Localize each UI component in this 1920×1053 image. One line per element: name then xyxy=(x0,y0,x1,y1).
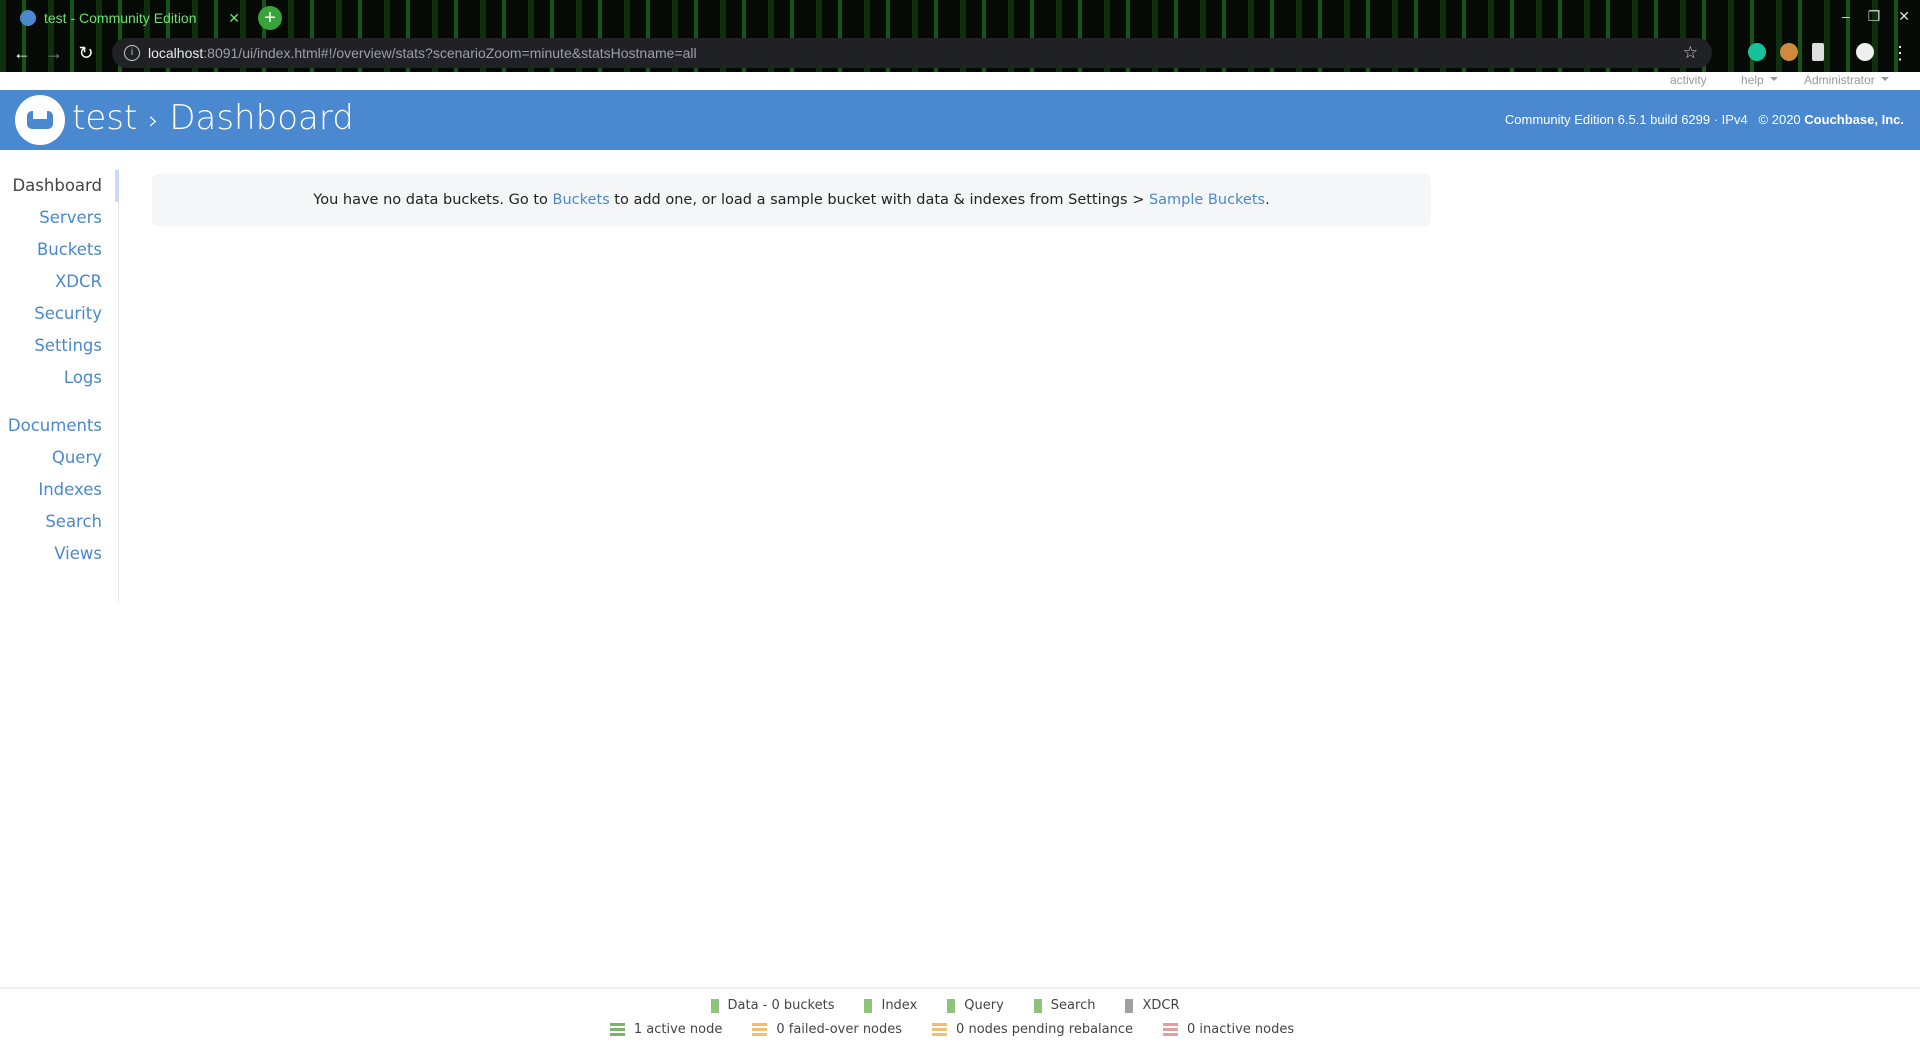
sidebar-item-documents[interactable]: Documents xyxy=(8,416,102,435)
top-utility-bar: activity help Administrator xyxy=(0,72,1920,90)
services-status-item: Query xyxy=(947,998,1004,1013)
address-bar[interactable]: i localhost :8091/ui/index.html#!/overvi… xyxy=(112,38,1712,68)
services-status-item: Index xyxy=(864,998,917,1013)
service-indicator-icon xyxy=(1125,998,1134,1013)
new-tab-button[interactable]: + xyxy=(258,6,282,30)
page-name: Dashboard xyxy=(169,98,354,138)
extension-icon[interactable] xyxy=(1780,43,1798,61)
nodes-status-item: 0 failed-over nodes xyxy=(752,1022,902,1037)
services-label: Data - 0 buckets xyxy=(727,998,835,1013)
sidebar-item-logs[interactable]: Logs xyxy=(64,368,102,387)
user-label: Administrator xyxy=(1804,73,1875,87)
couchbase-logo xyxy=(15,95,65,145)
profile-avatar-icon[interactable] xyxy=(1856,43,1874,61)
grammarly-extension-icon[interactable] xyxy=(1748,43,1766,61)
service-indicator-icon xyxy=(710,998,719,1013)
server-node-icon xyxy=(752,1023,768,1036)
server-node-icon xyxy=(932,1023,948,1036)
active-indicator xyxy=(115,170,119,202)
chevron-down-icon xyxy=(1769,77,1778,85)
url-host: localhost xyxy=(148,45,204,61)
browser-tab[interactable]: test - Community Edition ✕ xyxy=(8,4,248,32)
url-path: :8091/ui/index.html#!/overview/stats?sce… xyxy=(203,45,697,61)
tab-close-icon[interactable]: ✕ xyxy=(228,10,240,27)
service-indicator-icon xyxy=(947,998,956,1013)
server-node-icon xyxy=(609,1023,625,1036)
sidebar-item-dashboard[interactable]: Dashboard xyxy=(12,176,102,195)
services-status-item: XDCR xyxy=(1125,998,1180,1013)
page-title: test › Dashboard xyxy=(72,98,354,138)
minimize-icon[interactable]: – xyxy=(1842,8,1850,25)
bookmark-star-icon[interactable]: ☆ xyxy=(1683,43,1698,63)
services-label: Index xyxy=(881,998,918,1013)
activity-link[interactable]: activity xyxy=(1670,73,1707,87)
chevron-down-icon xyxy=(1880,77,1889,85)
cluster-name: test xyxy=(72,98,138,138)
app-header: test › Dashboard Community Edition 6.5.1… xyxy=(0,90,1920,150)
sidebar-item-servers[interactable]: Servers xyxy=(39,208,102,227)
reload-icon[interactable]: ↻ xyxy=(70,43,102,64)
close-window-icon[interactable]: ✕ xyxy=(1898,8,1910,25)
server-node-icon xyxy=(1163,1023,1179,1036)
back-icon[interactable]: ← xyxy=(6,43,38,64)
services-label: Query xyxy=(964,998,1004,1013)
alert-text: . xyxy=(1265,192,1270,208)
sidebar-item-indexes[interactable]: Indexes xyxy=(38,480,102,499)
nodes-label: 1 active node xyxy=(633,1022,723,1037)
sidebar-item-query[interactable]: Query xyxy=(52,448,102,467)
user-menu[interactable]: Administrator xyxy=(1804,73,1889,87)
service-indicator-icon xyxy=(1033,998,1042,1013)
services-status-item: Data - 0 buckets xyxy=(710,998,835,1013)
sidebar-item-search[interactable]: Search xyxy=(45,512,102,531)
copyright: © 2020 xyxy=(1758,112,1801,127)
nodes-label: 0 inactive nodes xyxy=(1187,1022,1295,1037)
nodes-status-item: 0 nodes pending rebalance xyxy=(932,1022,1133,1037)
breadcrumb-separator: › xyxy=(148,106,159,136)
sample-buckets-link[interactable]: Sample Buckets xyxy=(1149,192,1265,208)
help-menu[interactable]: help xyxy=(1741,73,1778,87)
services-label: XDCR xyxy=(1142,998,1180,1013)
alert-text: to add one, or load a sample bucket with… xyxy=(609,192,1149,208)
sidebar-item-buckets[interactable]: Buckets xyxy=(37,240,102,259)
status-footer: Data - 0 buckets Index Query Search XDCR 1 a… xyxy=(0,987,1920,1053)
nodes-label: 0 nodes pending rebalance xyxy=(956,1022,1134,1037)
help-label: help xyxy=(1741,73,1764,87)
no-buckets-alert: You have no data buckets. Go to Buckets … xyxy=(152,174,1431,226)
nodes-status-item: 0 inactive nodes xyxy=(1163,1022,1294,1037)
tab-title: test - Community Edition xyxy=(44,10,197,26)
nodes-status-item: 1 active node xyxy=(609,1022,723,1037)
info-icon[interactable]: i xyxy=(124,45,140,61)
window-controls: – ❐ ✕ xyxy=(1842,8,1910,25)
services-label: Search xyxy=(1050,998,1096,1013)
sidebar-item-settings[interactable]: Settings xyxy=(34,336,102,355)
sidebar-item-security[interactable]: Security xyxy=(34,304,102,323)
nodes-label: 0 failed-over nodes xyxy=(776,1022,903,1037)
buckets-link[interactable]: Buckets xyxy=(553,192,610,208)
browser-chrome: test - Community Edition ✕ + – ❐ ✕ ← → ↻… xyxy=(0,0,1920,72)
reader-extension-icon[interactable] xyxy=(1812,43,1824,61)
sidebar-item-xdcr[interactable]: XDCR xyxy=(55,272,102,291)
alert-text: You have no data buckets. Go to xyxy=(313,192,553,208)
browser-menu-icon[interactable]: ⋮ xyxy=(1884,43,1916,64)
sidebar-item-views[interactable]: Views xyxy=(54,544,102,563)
version-text: Community Edition 6.5.1 build 6299 · IPv… xyxy=(1504,112,1748,127)
couchbase-favicon-icon xyxy=(20,10,36,26)
version-info: Community Edition 6.5.1 build 6299 · IPv… xyxy=(1505,112,1904,127)
forward-icon[interactable]: → xyxy=(38,43,70,64)
service-indicator-icon xyxy=(864,998,873,1013)
company-name: Couchbase, Inc. xyxy=(1804,112,1904,127)
sidebar-nav: Dashboard Servers Buckets XDCR Security … xyxy=(0,170,119,602)
services-status-item: Search xyxy=(1033,998,1096,1013)
restore-icon[interactable]: ❐ xyxy=(1868,8,1881,25)
